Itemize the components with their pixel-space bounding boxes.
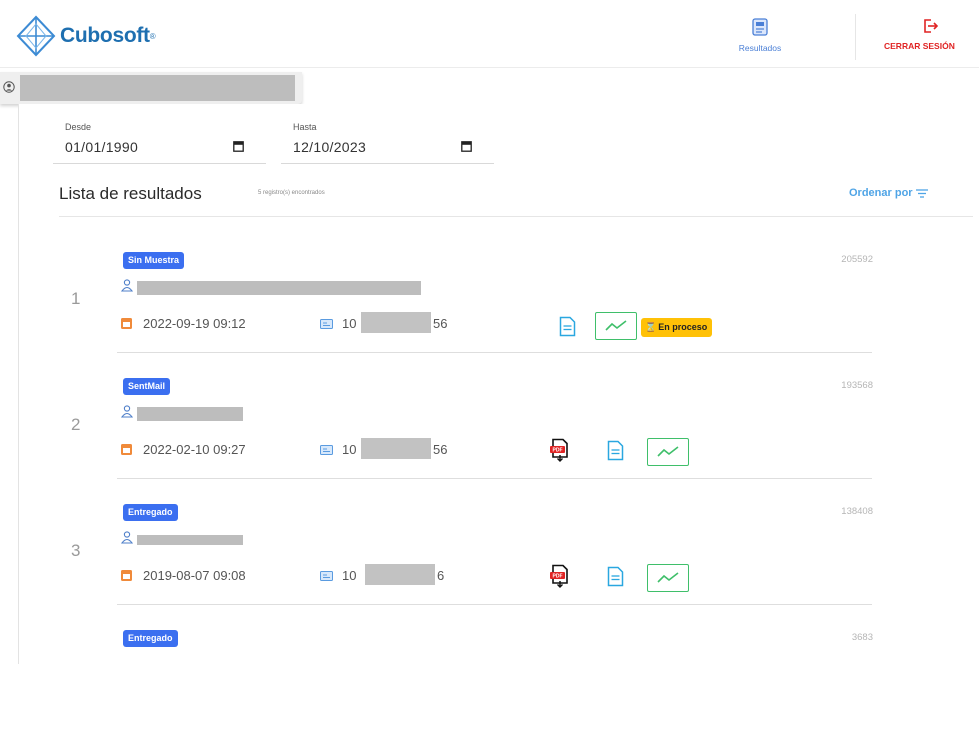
redacted-user-name <box>20 75 295 101</box>
row-divider <box>117 604 872 605</box>
status-badge: SentMail <box>123 378 171 395</box>
status-badge: Entregado <box>123 630 178 647</box>
document-id-suffix: 56 <box>433 316 448 331</box>
document-id-suffix: 56 <box>433 442 448 457</box>
row-number: 1 <box>71 289 81 308</box>
document-list-icon <box>752 18 768 36</box>
redacted-document-id <box>361 438 431 459</box>
brand-name: Cubosoft <box>60 24 150 47</box>
logout-label: CERRAR SESIÓN <box>884 41 955 51</box>
nav-divider <box>855 14 856 60</box>
nav-results-label: Resultados <box>738 43 782 53</box>
processing-status-label: En proceso <box>658 322 708 332</box>
order-id: 205592 <box>841 254 873 265</box>
chart-icon <box>605 320 627 331</box>
row-number: 2 <box>71 415 81 434</box>
order-id: 3683 <box>851 632 873 643</box>
redacted-document-id <box>361 312 431 333</box>
doc-icon[interactable] <box>559 316 576 337</box>
title-divider <box>59 216 973 217</box>
hourglass-icon: ⌛ <box>645 322 657 332</box>
calendar-date-icon <box>121 570 132 581</box>
id-card-icon <box>320 319 333 329</box>
chart-icon <box>657 572 679 583</box>
calendar-icon[interactable] <box>233 140 244 152</box>
date-to-label: Hasta <box>293 122 317 132</box>
result-row[interactable]: SentMail 193568 2 2022-02-10 09:27 10 56… <box>57 370 877 496</box>
app-header: Cubosoft ® Resultados CERRAR SESIÓN <box>0 0 979 68</box>
result-row[interactable]: Entregado 3683 <box>57 622 877 748</box>
calendar-date-icon <box>121 444 132 455</box>
cube-logo-icon <box>16 15 56 57</box>
redacted-patient-name <box>137 281 421 295</box>
status-badge: Entregado <box>123 504 178 521</box>
id-card-icon <box>320 445 333 455</box>
chart-button[interactable] <box>647 564 689 592</box>
list-title: Lista de resultados <box>59 184 202 203</box>
row-divider <box>117 478 872 479</box>
svg-text:PDF: PDF <box>553 574 563 580</box>
pdf-download-icon[interactable]: PDF <box>549 438 571 462</box>
chart-button[interactable] <box>595 312 637 340</box>
redacted-patient-name <box>137 407 243 421</box>
order-id: 138408 <box>841 506 873 517</box>
calendar-icon[interactable] <box>461 140 472 152</box>
svg-text:PDF: PDF <box>553 448 563 454</box>
result-row[interactable]: Entregado 138408 3 2019-08-07 09:08 10 6… <box>57 496 877 622</box>
processing-status-pill: ⌛ En proceso <box>641 318 713 337</box>
chart-button[interactable] <box>647 438 689 466</box>
result-date: 2022-02-10 09:27 <box>143 442 246 457</box>
logout-icon <box>924 19 938 33</box>
sort-label: Ordenar por <box>849 187 913 199</box>
date-from-value[interactable]: 01/01/1990 <box>65 139 138 155</box>
brand-registered-mark: ® <box>149 31 156 41</box>
date-from-field[interactable]: Desde 01/01/1990 <box>53 118 266 164</box>
document-id-prefix: 10 <box>342 568 357 583</box>
document-id-prefix: 10 <box>342 316 357 331</box>
date-from-label: Desde <box>65 122 92 132</box>
row-number: 3 <box>71 541 81 560</box>
patient-icon <box>121 405 133 418</box>
pdf-download-icon[interactable]: PDF <box>549 564 571 588</box>
redacted-document-id <box>365 564 435 585</box>
brand-logo[interactable]: Cubosoft ® <box>14 14 156 58</box>
calendar-date-icon <box>121 318 132 329</box>
id-card-icon <box>320 571 333 581</box>
doc-icon[interactable] <box>607 440 624 461</box>
user-bar[interactable] <box>0 72 302 104</box>
patient-icon <box>121 531 133 544</box>
document-id-prefix: 10 <box>342 442 357 457</box>
result-date: 2022-09-19 09:12 <box>143 316 246 331</box>
redacted-patient-name <box>137 535 243 545</box>
chart-icon <box>657 446 679 457</box>
nav-results-button[interactable]: Resultados <box>730 18 790 56</box>
result-row[interactable]: Sin Muestra 205592 1 2022-09-19 09:12 10… <box>57 244 877 370</box>
row-divider <box>117 352 872 353</box>
doc-icon[interactable] <box>607 566 624 587</box>
logout-button[interactable]: CERRAR SESIÓN <box>884 18 979 54</box>
results-panel: Desde 01/01/1990 Hasta 12/10/2023 Lista … <box>18 104 979 664</box>
date-to-value[interactable]: 12/10/2023 <box>293 139 366 155</box>
sort-lines-icon <box>915 189 928 198</box>
results-count: 5 registro(s) encontrados <box>258 190 325 196</box>
sort-button[interactable]: Ordenar por <box>849 187 929 199</box>
order-id: 193568 <box>841 380 873 391</box>
patient-icon <box>121 279 133 292</box>
status-badge: Sin Muestra <box>123 252 185 269</box>
date-to-field[interactable]: Hasta 12/10/2023 <box>281 118 494 164</box>
document-id-suffix: 6 <box>437 568 445 583</box>
user-circle-icon <box>3 81 15 93</box>
result-date: 2019-08-07 09:08 <box>143 568 246 583</box>
